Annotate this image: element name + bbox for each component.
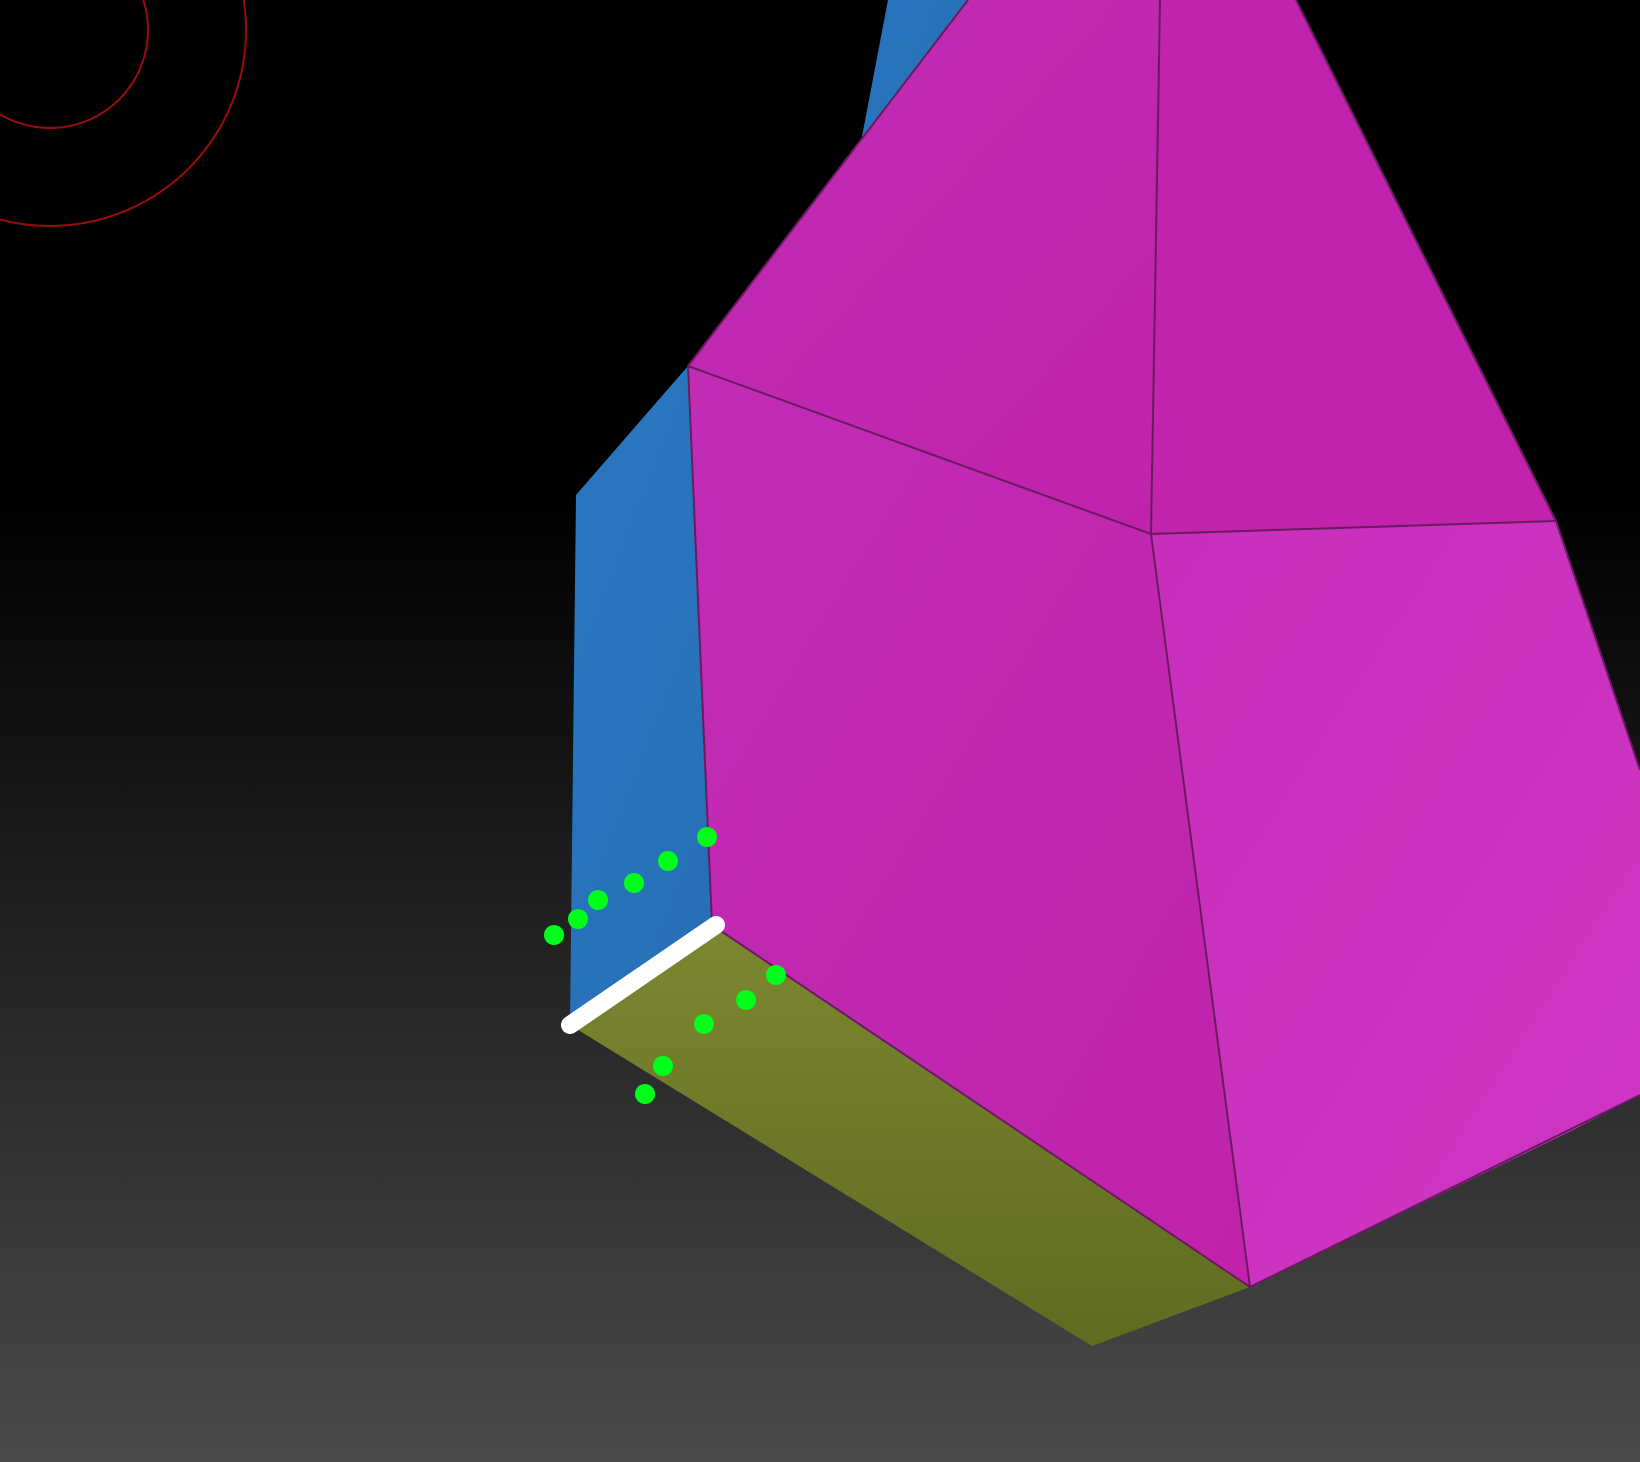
point-marker[interactable] [766,965,786,985]
viewport-canvas[interactable] [0,0,1640,1462]
point-marker[interactable] [588,890,608,910]
3d-viewport[interactable] [0,0,1640,1462]
point-marker[interactable] [736,990,756,1010]
point-marker[interactable] [658,851,678,871]
point-marker[interactable] [697,827,717,847]
point-marker[interactable] [544,925,564,945]
point-marker[interactable] [568,909,588,929]
point-marker[interactable] [694,1014,714,1034]
point-marker[interactable] [635,1084,655,1104]
point-marker[interactable] [624,873,644,893]
point-marker[interactable] [653,1056,673,1076]
